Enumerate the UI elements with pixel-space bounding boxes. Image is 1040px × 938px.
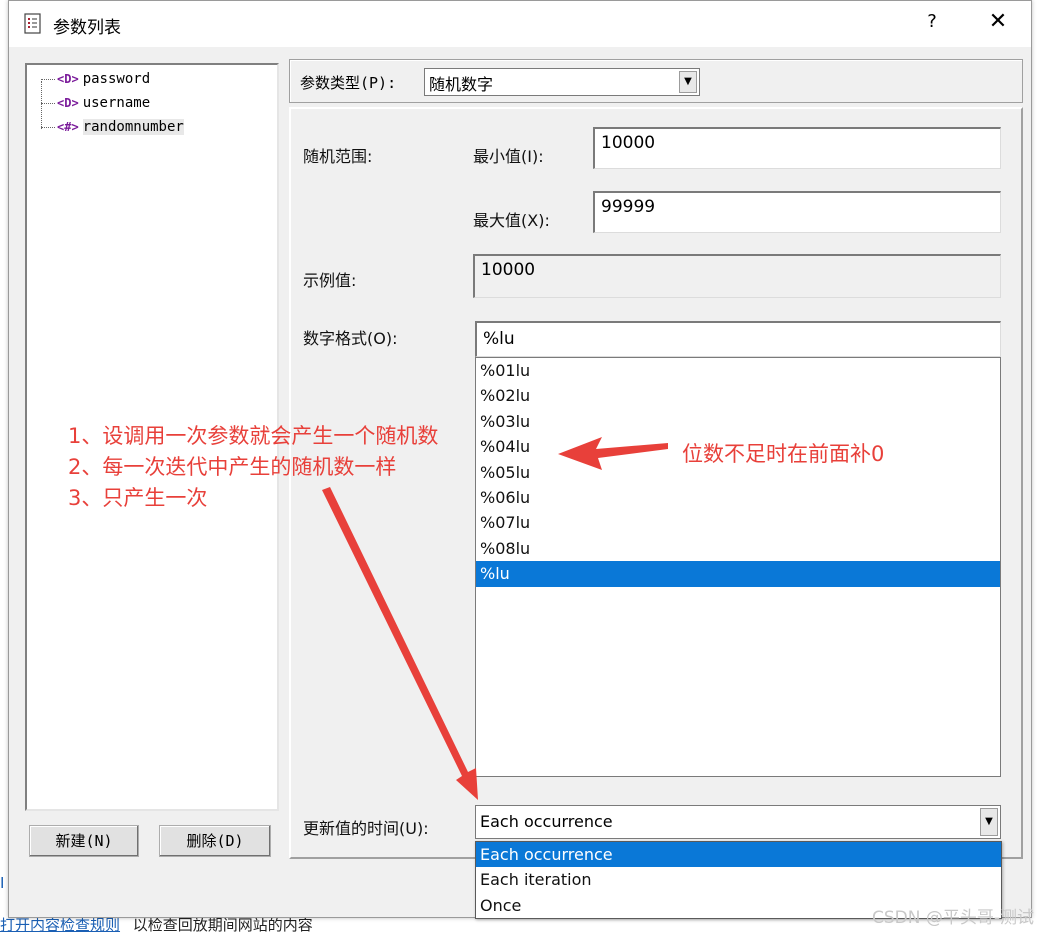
- tree-item-password[interactable]: <D> password: [41, 71, 150, 91]
- title-bar: 参数列表 ? ✕: [9, 1, 1031, 47]
- list-item-selected[interactable]: %lu: [476, 561, 1000, 587]
- number-format-label: 数字格式(O):: [303, 329, 398, 348]
- close-button[interactable]: ✕: [983, 9, 1013, 39]
- range-label: 随机范围:: [303, 147, 373, 166]
- background-link-fragment[interactable]: I: [0, 874, 4, 892]
- tree-item-randomnumber[interactable]: <#> randomnumber: [41, 119, 184, 139]
- number-parameter-icon: <#>: [57, 120, 79, 134]
- annotation-line-3: 3、只产生一次: [68, 486, 208, 510]
- update-value-select[interactable]: Each occurrence ▼: [475, 805, 1001, 839]
- tree-item-username[interactable]: <D> username: [41, 95, 150, 115]
- sample-value-field: 10000: [473, 254, 1001, 298]
- max-value-input[interactable]: 99999: [593, 191, 1001, 233]
- help-button[interactable]: ?: [919, 11, 945, 37]
- new-button[interactable]: 新建(N): [29, 825, 139, 857]
- document-list-icon: [24, 13, 41, 34]
- parameter-type-select[interactable]: 随机数字 ▼: [424, 68, 700, 96]
- number-format-list[interactable]: %01lu %02lu %03lu %04lu %05lu %06lu %07l…: [475, 357, 1001, 777]
- min-value-label: 最小值(I):: [473, 147, 544, 166]
- sample-value-label: 示例值:: [303, 271, 357, 290]
- number-format-input[interactable]: %lu: [475, 321, 1001, 357]
- dialog-title: 参数列表: [53, 18, 121, 38]
- dropdown-item[interactable]: Each iteration: [476, 867, 1001, 892]
- parameter-type-label: 参数类型(P):: [300, 74, 397, 92]
- annotation-line-1: 1、设调用一次参数就会产生一个随机数: [68, 424, 439, 448]
- min-value-input[interactable]: 10000: [593, 127, 1001, 169]
- list-item[interactable]: %01lu: [476, 358, 1000, 383]
- chevron-down-icon[interactable]: ▼: [980, 808, 998, 836]
- content-check-rules-link[interactable]: 打开内容检查规则: [0, 916, 120, 934]
- annotation-pad-note: 位数不足时在前面补0: [682, 442, 885, 466]
- list-item[interactable]: %03lu: [476, 409, 1000, 434]
- update-value-label: 更新值的时间(U):: [303, 819, 429, 838]
- chevron-down-icon[interactable]: ▼: [679, 71, 697, 93]
- annotation-line-2: 2、每一次迭代中产生的随机数一样: [68, 455, 397, 479]
- delete-button[interactable]: 删除(D): [159, 825, 271, 857]
- max-value-label: 最大值(X):: [473, 211, 550, 230]
- list-item[interactable]: %07lu: [476, 510, 1000, 535]
- list-item[interactable]: %02lu: [476, 383, 1000, 408]
- parameter-type-bar: 参数类型(P): 随机数字 ▼: [289, 59, 1023, 103]
- data-parameter-icon: <D>: [57, 96, 79, 110]
- watermark: CSDN @平头哥-测试: [871, 908, 1034, 928]
- data-parameter-icon: <D>: [57, 72, 79, 86]
- list-item[interactable]: %08lu: [476, 536, 1000, 561]
- list-item[interactable]: %06lu: [476, 485, 1000, 510]
- dropdown-item-selected[interactable]: Each occurrence: [476, 842, 1001, 868]
- content-check-description: 以检查回放期间网站的内容: [132, 916, 313, 934]
